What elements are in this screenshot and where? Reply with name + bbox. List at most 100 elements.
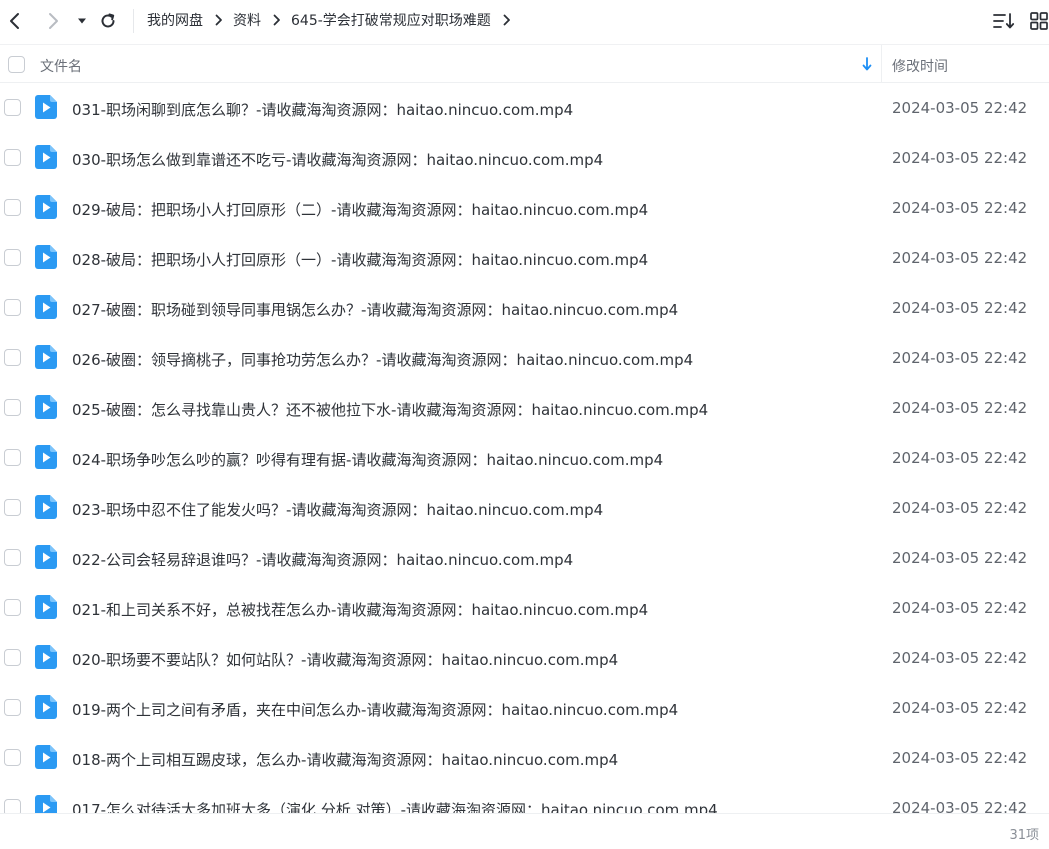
row-checkbox[interactable]: [4, 649, 21, 666]
table-row[interactable]: 026-破圈：领导摘桃子，同事抢功劳怎么办？-请收藏海淘资源网：haitao.n…: [0, 333, 1049, 383]
dropdown-icon: [78, 18, 86, 24]
video-file-icon: [35, 645, 57, 669]
table-row[interactable]: 022-公司会轻易辞退谁吗？-请收藏海淘资源网：haitao.nincuo.co…: [0, 533, 1049, 583]
table-row[interactable]: 017-怎么对待活太多加班太多（演化 分析 对策）-请收藏海淘资源网：haita…: [0, 783, 1049, 813]
table-row[interactable]: 025-破圈：怎么寻找靠山贵人？还不被他拉下水-请收藏海淘资源网：haitao.…: [0, 383, 1049, 433]
table-row[interactable]: 018-两个上司相互踢皮球，怎么办-请收藏海淘资源网：haitao.nincuo…: [0, 733, 1049, 783]
video-file-icon: [35, 295, 57, 319]
file-name[interactable]: 029-破局：把职场小人打回原形（二）-请收藏海淘资源网：haitao.ninc…: [72, 199, 648, 220]
file-modified-time: 2024-03-05 22:42: [892, 99, 1028, 117]
grid-view-button[interactable]: [1026, 8, 1049, 34]
file-modified-time: 2024-03-05 22:42: [892, 449, 1028, 467]
list-header: 文件名 修改时间: [0, 44, 1049, 83]
refresh-icon: [101, 13, 115, 28]
video-file-icon: [35, 695, 57, 719]
forward-icon: [49, 13, 58, 29]
table-row[interactable]: 020-职场要不要站队？如何站队？-请收藏海淘资源网：haitao.nincuo…: [0, 633, 1049, 683]
file-modified-time: 2024-03-05 22:42: [892, 649, 1028, 667]
file-name[interactable]: 018-两个上司相互踢皮球，怎么办-请收藏海淘资源网：haitao.nincuo…: [72, 749, 618, 770]
video-file-icon: [35, 545, 57, 569]
file-manager-window: 我的网盘 资料 645-学会打破常规应对职场难题 文件名 修改时间 031-职场…: [0, 0, 1049, 849]
row-checkbox[interactable]: [4, 249, 21, 266]
table-row[interactable]: 029-破局：把职场小人打回原形（二）-请收藏海淘资源网：haitao.ninc…: [0, 183, 1049, 233]
table-row[interactable]: 021-和上司关系不好，总被找茬怎么办-请收藏海淘资源网：haitao.ninc…: [0, 583, 1049, 633]
toolbar: 我的网盘 资料 645-学会打破常规应对职场难题: [0, 0, 1049, 44]
video-file-icon: [35, 245, 57, 269]
refresh-button[interactable]: [93, 6, 123, 36]
select-all-checkbox[interactable]: [8, 56, 25, 73]
breadcrumb-item-current-folder[interactable]: 645-学会打破常规应对职场难题: [291, 10, 491, 30]
breadcrumb-item-root[interactable]: 我的网盘: [147, 10, 203, 30]
video-file-icon: [35, 345, 57, 369]
video-file-icon: [35, 795, 57, 813]
table-row[interactable]: 028-破局：把职场小人打回原形（一）-请收藏海淘资源网：haitao.ninc…: [0, 233, 1049, 283]
row-checkbox[interactable]: [4, 149, 21, 166]
video-file-icon: [35, 145, 57, 169]
file-name[interactable]: 021-和上司关系不好，总被找茬怎么办-请收藏海淘资源网：haitao.ninc…: [72, 599, 648, 620]
back-button[interactable]: [0, 6, 30, 36]
video-file-icon: [35, 745, 57, 769]
file-name[interactable]: 022-公司会轻易辞退谁吗？-请收藏海淘资源网：haitao.nincuo.co…: [72, 549, 573, 570]
file-modified-time: 2024-03-05 22:42: [892, 249, 1028, 267]
row-checkbox[interactable]: [4, 399, 21, 416]
file-modified-time: 2024-03-05 22:42: [892, 799, 1028, 813]
file-modified-time: 2024-03-05 22:42: [892, 149, 1028, 167]
sort-descending-icon[interactable]: [862, 56, 872, 75]
item-count: 31项: [1009, 828, 1039, 843]
file-name[interactable]: 027-破圈：职场碰到领导同事甩锅怎么办？-请收藏海淘资源网：haitao.ni…: [72, 299, 678, 320]
video-file-icon: [35, 495, 57, 519]
file-name[interactable]: 024-职场争吵怎么吵的赢？吵得有理有据-请收藏海淘资源网：haitao.nin…: [72, 449, 663, 470]
file-name[interactable]: 026-破圈：领导摘桃子，同事抢功劳怎么办？-请收藏海淘资源网：haitao.n…: [72, 349, 693, 370]
file-modified-time: 2024-03-05 22:42: [892, 499, 1028, 517]
forward-button[interactable]: [38, 6, 68, 36]
table-row[interactable]: 024-职场争吵怎么吵的赢？吵得有理有据-请收藏海淘资源网：haitao.nin…: [0, 433, 1049, 483]
file-modified-time: 2024-03-05 22:42: [892, 199, 1028, 217]
grid-view-icon: [1030, 12, 1048, 30]
row-checkbox[interactable]: [4, 749, 21, 766]
row-checkbox[interactable]: [4, 449, 21, 466]
file-name[interactable]: 025-破圈：怎么寻找靠山贵人？还不被他拉下水-请收藏海淘资源网：haitao.…: [72, 399, 708, 420]
file-modified-time: 2024-03-05 22:42: [892, 749, 1028, 767]
row-checkbox[interactable]: [4, 799, 21, 813]
back-icon: [10, 13, 19, 29]
column-header-modified-time[interactable]: 修改时间: [892, 56, 948, 76]
row-checkbox[interactable]: [4, 499, 21, 516]
toolbar-separator: [133, 9, 134, 33]
video-file-icon: [35, 95, 57, 119]
sort-list-icon: [993, 13, 1015, 29]
row-checkbox[interactable]: [4, 349, 21, 366]
table-row[interactable]: 023-职场中忍不住了能发火吗？-请收藏海淘资源网：haitao.nincuo.…: [0, 483, 1049, 533]
chevron-right-icon[interactable]: [503, 14, 511, 26]
row-checkbox[interactable]: [4, 599, 21, 616]
row-checkbox[interactable]: [4, 549, 21, 566]
table-row[interactable]: 027-破圈：职场碰到领导同事甩锅怎么办？-请收藏海淘资源网：haitao.ni…: [0, 283, 1049, 333]
file-modified-time: 2024-03-05 22:42: [892, 349, 1028, 367]
breadcrumb-item-ziliao[interactable]: 资料: [233, 10, 261, 30]
file-modified-time: 2024-03-05 22:42: [892, 299, 1028, 317]
file-name[interactable]: 030-职场怎么做到靠谱还不吃亏-请收藏海淘资源网：haitao.nincuo.…: [72, 149, 603, 170]
chevron-right-icon: [273, 14, 281, 26]
video-file-icon: [35, 445, 57, 469]
row-checkbox[interactable]: [4, 299, 21, 316]
table-row[interactable]: 031-职场闲聊到底怎么聊？-请收藏海淘资源网：haitao.nincuo.co…: [0, 83, 1049, 133]
row-checkbox[interactable]: [4, 99, 21, 116]
column-divider[interactable]: [881, 45, 882, 83]
file-modified-time: 2024-03-05 22:42: [892, 549, 1028, 567]
chevron-right-icon: [215, 14, 223, 26]
file-modified-time: 2024-03-05 22:42: [892, 399, 1028, 417]
file-modified-time: 2024-03-05 22:42: [892, 599, 1028, 617]
column-header-name[interactable]: 文件名: [40, 56, 82, 76]
file-list: 031-职场闲聊到底怎么聊？-请收藏海淘资源网：haitao.nincuo.co…: [0, 83, 1049, 813]
file-name[interactable]: 017-怎么对待活太多加班太多（演化 分析 对策）-请收藏海淘资源网：haita…: [72, 799, 718, 813]
row-checkbox[interactable]: [4, 199, 21, 216]
file-name[interactable]: 019-两个上司之间有矛盾，夹在中间怎么办-请收藏海淘资源网：haitao.ni…: [72, 699, 678, 720]
row-checkbox[interactable]: [4, 699, 21, 716]
file-name[interactable]: 031-职场闲聊到底怎么聊？-请收藏海淘资源网：haitao.nincuo.co…: [72, 99, 573, 120]
file-name[interactable]: 028-破局：把职场小人打回原形（一）-请收藏海淘资源网：haitao.ninc…: [72, 249, 648, 270]
table-row[interactable]: 030-职场怎么做到靠谱还不吃亏-请收藏海淘资源网：haitao.nincuo.…: [0, 133, 1049, 183]
table-row[interactable]: 019-两个上司之间有矛盾，夹在中间怎么办-请收藏海淘资源网：haitao.ni…: [0, 683, 1049, 733]
file-modified-time: 2024-03-05 22:42: [892, 699, 1028, 717]
file-name[interactable]: 020-职场要不要站队？如何站队？-请收藏海淘资源网：haitao.nincuo…: [72, 649, 618, 670]
sort-menu-button[interactable]: [991, 8, 1017, 34]
file-name[interactable]: 023-职场中忍不住了能发火吗？-请收藏海淘资源网：haitao.nincuo.…: [72, 499, 603, 520]
